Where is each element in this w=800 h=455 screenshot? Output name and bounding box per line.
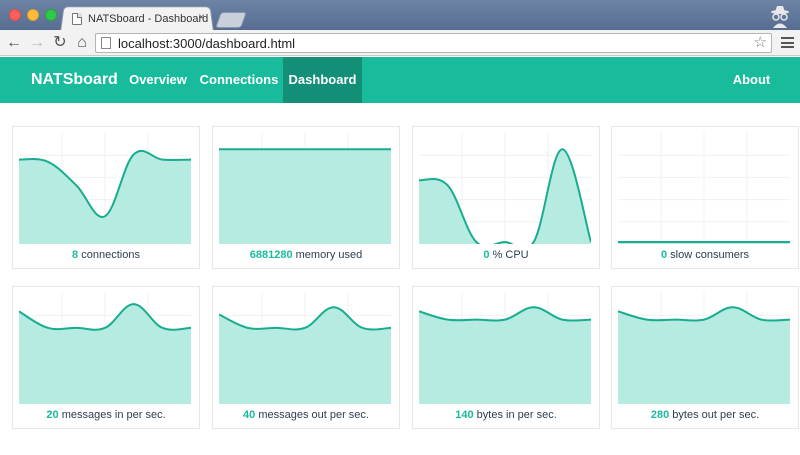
metric-label: memory used <box>295 249 363 261</box>
new-tab-button[interactable] <box>215 12 247 28</box>
incognito-icon <box>771 6 789 28</box>
area-fill <box>618 307 790 404</box>
panel-bytes-in: 140 bytes in per sec. <box>412 286 600 429</box>
panel-caption: 20 messages in per sec. <box>13 409 199 421</box>
sparkline-chart <box>419 133 591 244</box>
zoom-window-button[interactable] <box>45 9 57 21</box>
brand-logo[interactable]: NATSboard <box>31 57 118 103</box>
metric-value: 0 <box>483 249 490 261</box>
area-fill <box>219 149 391 244</box>
sparkline-chart <box>19 133 191 244</box>
panel-caption: 40 messages out per sec. <box>213 409 399 421</box>
metric-value: 280 <box>650 409 670 421</box>
panel-caption: 0 slow consumers <box>612 249 798 261</box>
browser-toolbar: ← → ↻ ⌂ localhost:3000/dashboard.html ☆ <box>0 30 800 56</box>
panel-messages-in: 20 messages in per sec. <box>12 286 200 429</box>
metric-label: connections <box>81 249 140 261</box>
panel-memory: 6881280 memory used <box>212 126 400 269</box>
nav-overview[interactable]: Overview <box>123 57 193 103</box>
nav-dashboard[interactable]: Dashboard <box>283 57 362 103</box>
back-button[interactable]: ← <box>5 33 23 53</box>
sparkline-chart <box>618 293 790 404</box>
browser-menu-icon[interactable] <box>781 37 794 48</box>
browser-tab-content[interactable]: NATSboard - Dashboard <box>72 11 212 27</box>
tab-close-icon[interactable]: × <box>198 10 205 24</box>
sparkline-chart <box>618 133 790 244</box>
metric-label: bytes in per sec. <box>476 409 557 421</box>
metric-value: 6881280 <box>249 249 293 261</box>
close-window-button[interactable] <box>9 9 21 21</box>
metric-label: % CPU <box>492 249 529 261</box>
metric-label: messages in per sec. <box>61 409 166 421</box>
panel-messages-out: 40 messages out per sec. <box>212 286 400 429</box>
nav-about[interactable]: About <box>724 57 779 103</box>
app-navbar: NATSboard Overview Connections Dashboard… <box>0 57 800 103</box>
minimize-window-button[interactable] <box>27 9 39 21</box>
area-fill <box>419 307 591 404</box>
forward-button[interactable]: → <box>28 33 46 53</box>
panel-caption: 140 bytes in per sec. <box>413 409 599 421</box>
reload-button[interactable]: ↻ <box>51 33 69 53</box>
home-button[interactable]: ⌂ <box>73 33 91 53</box>
panel-caption: 0 % CPU <box>413 249 599 261</box>
panel-bytes-out: 280 bytes out per sec. <box>611 286 799 429</box>
panel-caption: 6881280 memory used <box>213 249 399 261</box>
sparkline-chart <box>219 293 391 404</box>
panel-caption: 8 connections <box>13 249 199 261</box>
url-text[interactable]: localhost:3000/dashboard.html <box>118 36 295 51</box>
metric-value: 40 <box>243 409 256 421</box>
nav-connections[interactable]: Connections <box>197 57 281 103</box>
metric-value: 20 <box>46 409 59 421</box>
metric-value: 8 <box>72 249 79 261</box>
sparkline-chart <box>219 133 391 244</box>
bookmark-star-icon[interactable]: ☆ <box>754 34 767 52</box>
address-bar[interactable]: localhost:3000/dashboard.html ☆ <box>95 33 772 53</box>
panel-connections: 8 connections <box>12 126 200 269</box>
metric-value: 140 <box>455 409 474 421</box>
metric-value: 0 <box>660 249 668 261</box>
panel-slow-consumers: 0 slow consumers <box>611 126 799 269</box>
metric-label: slow consumers <box>670 249 750 261</box>
tab-title: NATSboard - Dashboard <box>88 13 209 25</box>
panel-caption: 280 bytes out per sec. <box>612 409 798 421</box>
page-icon <box>72 13 82 25</box>
metric-label: messages out per sec. <box>258 409 369 421</box>
panel-cpu: 0 % CPU <box>412 126 600 269</box>
browser-titlebar: NATSboard - Dashboard × <box>0 0 800 33</box>
sparkline-chart <box>19 293 191 404</box>
page-icon <box>101 37 111 49</box>
metric-label: bytes out per sec. <box>672 409 760 421</box>
sparkline-chart <box>419 293 591 404</box>
